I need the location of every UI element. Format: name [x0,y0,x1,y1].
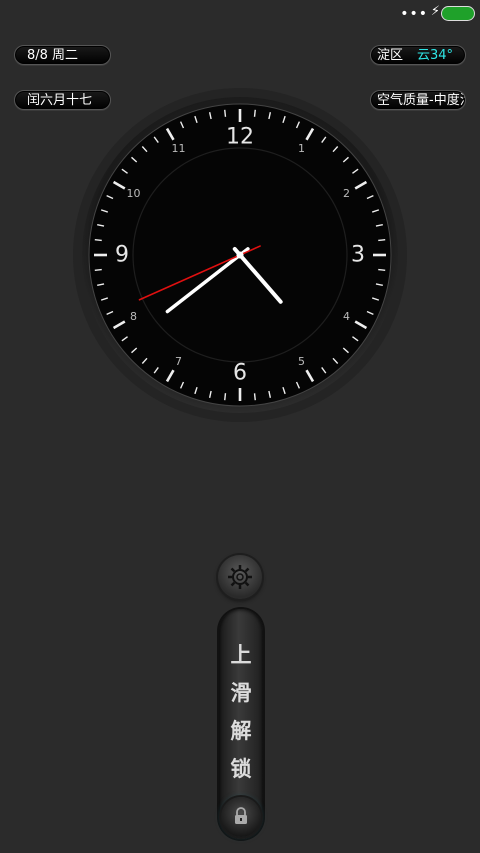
lock-icon [235,807,247,824]
status-bar: ••• ⚡ [0,0,480,28]
weather-district: 淀区 [377,48,404,63]
unlock-label-char: 解 [230,719,252,743]
unlock-label-char: 锁 [230,757,252,781]
notification-dots: ••• [400,6,428,22]
clock-face: 12 1234567891011 [73,88,407,422]
minute-tick [378,239,386,242]
clock-numeral: 4 [343,310,350,323]
date-widget[interactable]: 8/8 周二 [14,45,111,65]
minute-tick [253,109,256,117]
clock-numeral: 7 [175,355,182,368]
minute-tick [224,109,227,117]
weather-temperature: 云34° [417,48,454,63]
minute-tick [224,393,227,401]
clock-numeral: 3 [351,243,365,268]
minute-tick [94,239,102,242]
clock-numeral: 12 [226,125,254,150]
unlock-label-char: 滑 [230,681,252,705]
settings-button[interactable] [218,555,262,599]
minute-tick [378,268,386,271]
unlock-label-char: 上 [230,643,252,667]
weather-widget[interactable]: 淀区 云34° [370,45,466,65]
minute-tick [253,393,256,401]
clock-numeral: 8 [130,310,137,323]
bolt-icon: ⚡ [430,4,440,19]
clock-numeral: 6 [233,361,247,386]
clock-numeral: 10 [126,187,140,200]
clock-numeral: 11 [172,142,186,155]
clock-numeral: 9 [115,243,129,268]
clock-numeral: 5 [298,355,305,368]
clock-numeral: 1 [298,142,305,155]
clock-numeral: 2 [343,187,350,200]
battery-icon [441,6,475,21]
gear-icon [228,565,252,589]
unlock-handle[interactable] [221,797,261,837]
clock-center-pin [236,251,244,259]
date-text: 8/8 周二 [27,48,79,63]
analog-clock: 12 1 2 3 4 5 6 7 8 9 10 11 [73,88,407,422]
minute-tick [94,268,102,271]
